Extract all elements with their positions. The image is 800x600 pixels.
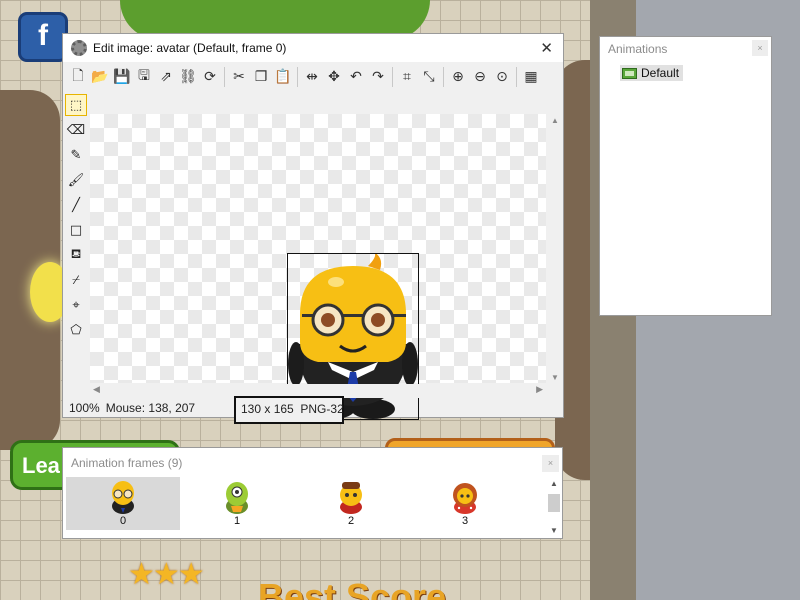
frame-label: 2 — [347, 515, 355, 527]
film-icon — [622, 67, 637, 79]
polygon-icon[interactable]: ⬠ — [65, 319, 87, 341]
paste-icon[interactable]: 📋 — [272, 66, 294, 88]
eyedropper-icon[interactable]: ⌿ — [65, 269, 87, 291]
new-icon[interactable]: 🗋 — [67, 66, 89, 88]
frame-label: 0 — [119, 515, 127, 527]
save-icon[interactable]: 💾 — [111, 66, 133, 88]
facebook-icon: f — [18, 12, 68, 62]
frame-item[interactable]: 0 — [66, 477, 180, 530]
resize-icon[interactable]: ⤡ — [418, 66, 440, 88]
frame-item[interactable]: 1 — [180, 477, 294, 530]
frame-thumbnail-green-cyclops — [226, 482, 248, 514]
copy-icon[interactable]: ❐ — [250, 66, 272, 88]
export-icon[interactable]: ⇗ — [155, 66, 177, 88]
rectangle-icon[interactable]: □ — [65, 219, 87, 241]
frame-item[interactable]: 3 — [408, 477, 522, 530]
fill-bucket-icon[interactable]: ⛾ — [65, 244, 87, 266]
select-rect-icon[interactable]: ⬚ — [65, 94, 87, 116]
status-mouse-position: Mouse: 138, 207 — [105, 401, 196, 415]
animation-frames-close-button[interactable]: × — [542, 455, 559, 472]
rotate-right-icon[interactable]: ↷ — [367, 66, 389, 88]
frame-item[interactable]: 2 — [294, 477, 408, 530]
scroll-down-arrow-icon[interactable]: ▼ — [547, 526, 561, 535]
scroll-left-arrow-icon[interactable]: ◀ — [93, 384, 100, 395]
toolbar-separator — [516, 67, 517, 87]
animation-item-default[interactable]: Default — [620, 65, 684, 81]
toolbar-separator — [392, 67, 393, 87]
edit-image-title: Edit image: avatar (Default, frame 0) — [93, 41, 287, 55]
animations-panel-close-button[interactable]: × — [752, 40, 768, 56]
frames-list: 0 1 2 3 — [66, 477, 546, 530]
crop-icon[interactable]: ⌗ — [396, 66, 418, 88]
frame-thumbnail-yellow-glasses — [112, 481, 134, 514]
edit-image-window: Edit image: avatar (Default, frame 0) ✕ … — [62, 33, 564, 424]
zoom-in-icon[interactable]: ⊕ — [447, 66, 469, 88]
toolbar-separator — [297, 67, 298, 87]
canvas-vertical-scrollbar[interactable]: ▲ ▼ — [548, 114, 562, 384]
link-icon[interactable]: ⛓ — [177, 66, 199, 88]
flip-horizontal-icon[interactable]: ⇹ — [301, 66, 323, 88]
pencil-icon[interactable]: ✎ — [65, 144, 87, 166]
scroll-down-arrow-icon[interactable]: ▼ — [548, 373, 562, 382]
open-icon[interactable]: 📂 — [89, 66, 111, 88]
frame-label: 3 — [461, 515, 469, 527]
toolbar-separator — [224, 67, 225, 87]
gear-icon — [71, 40, 87, 56]
frame-thumbnail-red-hair-girl — [453, 483, 477, 514]
frame-label: 1 — [233, 515, 241, 527]
game-best-score-title: Best Score — [258, 576, 447, 600]
cut-icon[interactable]: ✂ — [228, 66, 250, 88]
status-image-info: 130 x 165 PNG-32 — [234, 396, 344, 424]
scroll-right-arrow-icon[interactable]: ▶ — [536, 384, 543, 395]
hotspot-icon[interactable]: ⌖ — [65, 294, 87, 316]
animations-panel: Animations × Default — [599, 36, 772, 316]
animation-item-label: Default — [641, 66, 680, 80]
status-image-dimensions: 130 x 165 — [241, 402, 294, 416]
status-image-format: PNG-32 — [300, 402, 344, 416]
line-icon[interactable]: ╱ — [65, 194, 87, 216]
edit-image-toolbar: 🗋 📂 💾 🖫 ⇗ ⛓ ⟳ ✂ ❐ 📋 ⇹ ✥ ↶ ↷ ⌗ ⤡ ⊕ ⊖ ⊙ ▦ — [63, 63, 563, 91]
animations-panel-title: Animations — [608, 42, 668, 56]
animation-frames-panel: Animation frames (9) × 0 1 2 3 ▲ ▼ — [62, 447, 563, 539]
flip-vertical-icon[interactable]: ✥ — [323, 66, 345, 88]
eraser-icon[interactable]: ⌫ — [65, 119, 87, 141]
rotate-left-icon[interactable]: ↶ — [345, 66, 367, 88]
scrollbar-thumb[interactable] — [548, 494, 560, 512]
status-zoom: 100% — [69, 401, 100, 415]
game-stars: ★★★ — [128, 558, 205, 591]
transparency-icon[interactable]: ▦ — [520, 66, 542, 88]
status-bar: 100% Mouse: 138, 207 130 x 165 PNG-32 — [63, 396, 563, 424]
scroll-up-arrow-icon[interactable]: ▲ — [548, 116, 562, 125]
toolbar-separator — [443, 67, 444, 87]
close-button[interactable]: ✕ — [540, 41, 553, 56]
animation-frames-title: Animation frames (9) — [71, 456, 183, 470]
frame-thumbnail-hat-yellow — [340, 482, 362, 514]
zoom-out-icon[interactable]: ⊖ — [469, 66, 491, 88]
edit-image-titlebar[interactable]: Edit image: avatar (Default, frame 0) ✕ — [63, 34, 563, 62]
refresh-icon[interactable]: ⟳ — [199, 66, 221, 88]
save-as-icon[interactable]: 🖫 — [133, 66, 155, 88]
zoom-reset-icon[interactable]: ⊙ — [491, 66, 513, 88]
brush-icon[interactable]: 🖌 — [65, 169, 87, 191]
scroll-up-arrow-icon[interactable]: ▲ — [547, 479, 561, 488]
drawing-tools: ⬚ ⌫ ✎ 🖌 ╱ □ ⛾ ⌿ ⌖ ⬠ — [63, 91, 89, 396]
image-canvas[interactable] — [90, 114, 546, 420]
frames-vertical-scrollbar[interactable]: ▲ ▼ — [547, 477, 561, 537]
